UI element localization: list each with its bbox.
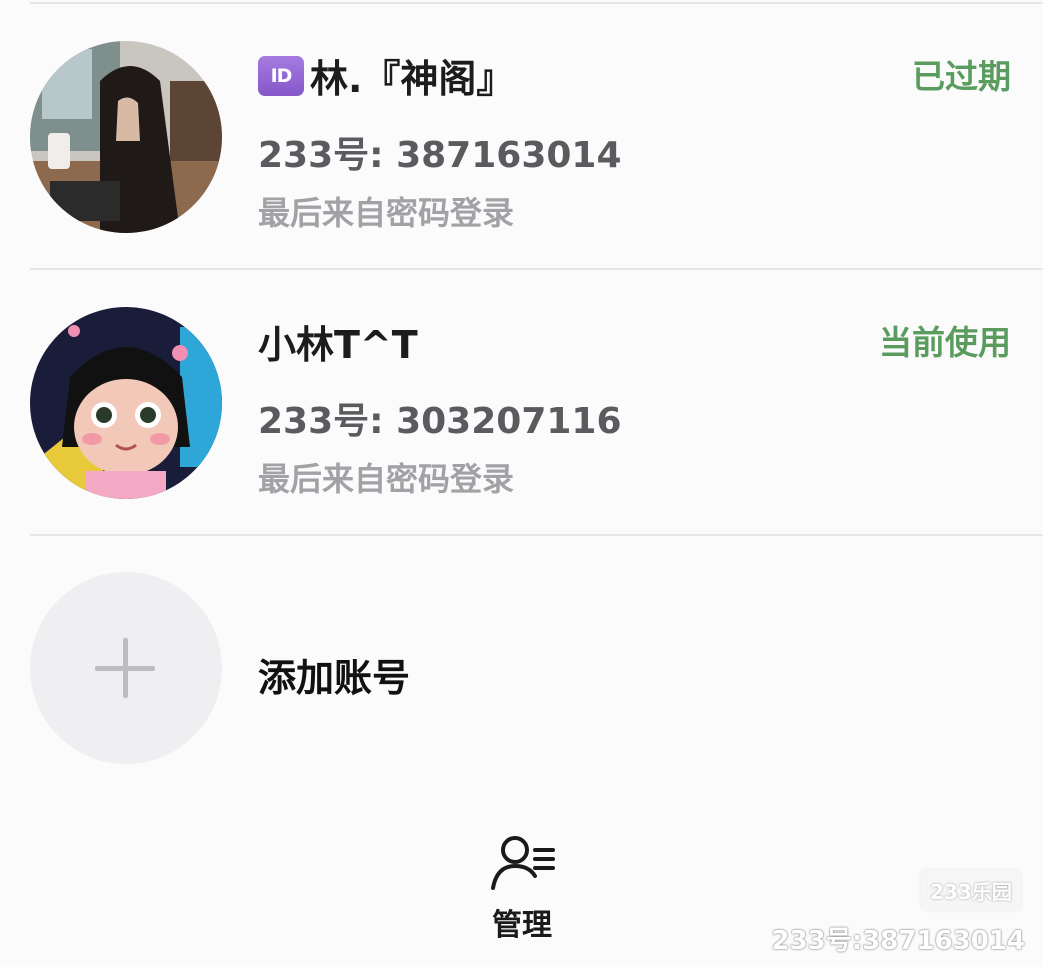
watermark-logo: 233乐园 <box>921 870 1021 910</box>
account-item-1[interactable]: ID 林.『神阁』 233号: 387163014 最后来自密码登录 已过期 <box>0 4 1043 270</box>
manage-label: 管理 <box>492 908 552 943</box>
last-login-text: 最后来自密码登录 <box>258 460 515 498</box>
user-list-icon <box>491 836 555 890</box>
watermark-text: 233号:387163014 <box>771 926 1026 956</box>
account-item-2[interactable]: 小林T^T 233号: 303207116 最后来自密码登录 当前使用 <box>0 270 1043 536</box>
plus-icon[interactable] <box>30 572 222 764</box>
id-badge-icon: ID <box>258 55 304 96</box>
avatar-2 <box>30 307 222 499</box>
add-account-label: 添加账号 <box>258 656 411 700</box>
manage-button[interactable]: 管理 <box>470 832 574 944</box>
row-divider <box>30 534 1043 536</box>
last-login-text: 最后来自密码登录 <box>258 194 515 232</box>
account-name-text: 小林T^T <box>258 323 418 367</box>
account-name-text: 林.『神阁』 <box>310 57 515 101</box>
add-account-button[interactable]: 添加账号 <box>0 537 1043 777</box>
account-uid: 233号: 303207116 <box>258 401 622 442</box>
status-badge: 已过期 <box>912 57 1011 96</box>
account-name: ID 林.『神阁』 <box>258 48 514 103</box>
account-uid: 233号: 387163014 <box>258 135 622 176</box>
status-badge: 当前使用 <box>879 323 1011 362</box>
avatar-1 <box>30 41 222 233</box>
account-name: 小林T^T <box>258 314 418 369</box>
